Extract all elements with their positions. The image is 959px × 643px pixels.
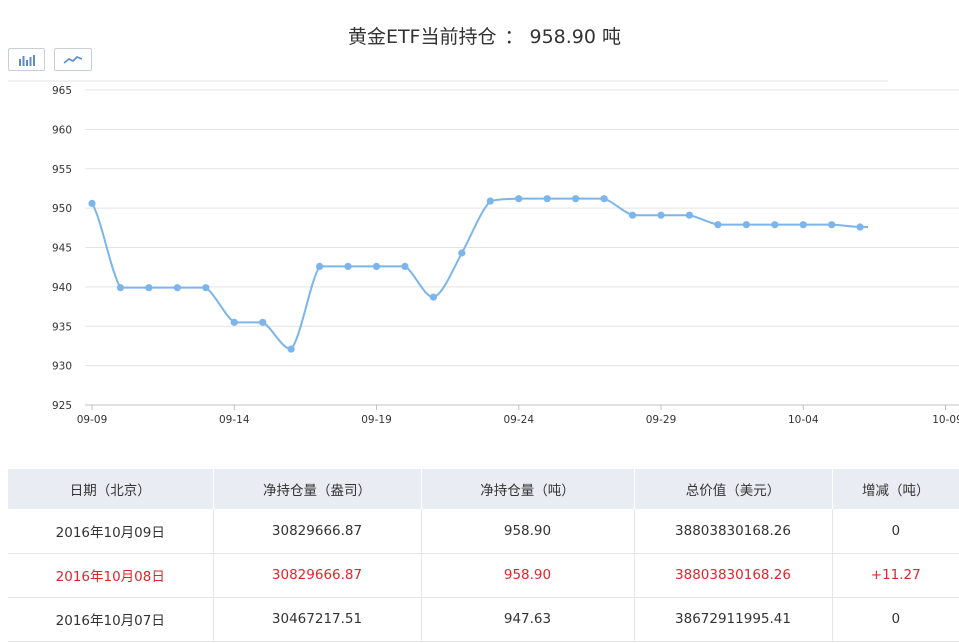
data-point[interactable]	[88, 199, 96, 207]
y-tick-label: 955	[52, 164, 72, 176]
bar-view-button[interactable]	[8, 48, 45, 71]
cell-change: 0	[832, 509, 959, 554]
y-tick-label: 940	[52, 282, 72, 294]
data-point[interactable]	[685, 211, 694, 219]
y-tick-label: 945	[52, 243, 72, 255]
data-point[interactable]	[372, 262, 381, 270]
title-separator: ：	[504, 26, 524, 48]
data-point[interactable]	[515, 195, 523, 203]
data-point[interactable]	[856, 223, 864, 231]
table-row: 2016年10月08日 30829666.87 958.90 388038301…	[8, 553, 959, 598]
y-tick-label: 935	[52, 321, 72, 333]
cell-date: 2016年10月09日	[8, 509, 214, 554]
current-holding-value: 958.90	[529, 26, 596, 48]
x-tick-label: 09-09	[77, 414, 108, 426]
y-tick-label: 925	[52, 400, 72, 412]
data-point[interactable]	[287, 345, 295, 353]
cell-tonnes: 958.90	[421, 553, 635, 598]
cell-tonnes: 947.63	[421, 597, 635, 642]
x-tick-label: 10-04	[788, 414, 819, 426]
cell-value: 38803830168.26	[634, 509, 833, 554]
data-point[interactable]	[344, 262, 352, 270]
data-point[interactable]	[230, 318, 238, 326]
data-point[interactable]	[828, 221, 836, 229]
y-tick-label: 930	[52, 361, 72, 373]
data-point[interactable]	[316, 262, 324, 270]
holdings-table: 日期（北京） 净持仓量（盎司） 净持仓量（吨） 总价值（美元） 增减（吨） 20…	[8, 469, 959, 642]
bar-chart-icon	[18, 54, 35, 66]
y-tick-label: 965	[52, 85, 72, 97]
data-point[interactable]	[458, 249, 466, 257]
chart-title: 黄金ETF当前持仓 ： 958.90 吨	[0, 22, 959, 49]
table-row: 2016年10月09日 30829666.87 958.90 388038301…	[8, 509, 959, 554]
cell-change: +11.27	[832, 553, 959, 598]
y-tick-label: 960	[52, 124, 72, 136]
data-point[interactable]	[543, 195, 551, 203]
data-point[interactable]	[486, 197, 494, 205]
x-tick-label: 10-09	[932, 414, 959, 426]
line-chart-icon	[63, 55, 83, 64]
x-tick-label: 09-14	[219, 414, 250, 426]
col-header-value: 总价值（美元）	[634, 469, 833, 509]
data-point[interactable]	[202, 284, 210, 292]
table-header-row: 日期（北京） 净持仓量（盎司） 净持仓量（吨） 总价值（美元） 增减（吨）	[8, 469, 959, 509]
x-tick-label: 09-19	[361, 414, 392, 426]
data-point[interactable]	[600, 195, 608, 203]
cell-ounces: 30467217.51	[213, 597, 422, 642]
cell-ounces: 30829666.87	[213, 509, 422, 554]
line-view-button[interactable]	[54, 48, 92, 71]
cell-date: 2016年10月07日	[8, 597, 214, 642]
data-point[interactable]	[628, 211, 637, 219]
data-point[interactable]	[145, 284, 153, 292]
title-label: 黄金ETF当前持仓	[347, 26, 497, 48]
table-row: 2016年10月07日 30467217.51 947.63 386729119…	[8, 597, 959, 642]
data-point[interactable]	[771, 221, 779, 229]
cell-tonnes: 958.90	[421, 509, 635, 554]
data-point[interactable]	[799, 221, 807, 229]
cell-change: 0	[832, 597, 959, 642]
data-point[interactable]	[259, 318, 267, 326]
unit-label: 吨	[602, 26, 622, 48]
data-point[interactable]	[714, 221, 722, 229]
col-header-tonnes: 净持仓量（吨）	[421, 469, 635, 509]
data-point[interactable]	[173, 284, 181, 292]
col-header-change: 增减（吨）	[832, 469, 959, 509]
data-point[interactable]	[742, 221, 750, 229]
cell-value: 38803830168.26	[634, 553, 833, 598]
y-tick-label: 950	[52, 203, 72, 215]
data-point[interactable]	[401, 262, 409, 270]
x-tick-label: 09-24	[503, 414, 534, 426]
x-tick-label: 09-29	[646, 414, 677, 426]
cell-value: 38672911995.41	[634, 597, 833, 642]
data-point[interactable]	[116, 284, 125, 292]
cell-ounces: 30829666.87	[213, 553, 422, 598]
data-point[interactable]	[657, 211, 665, 219]
cell-date: 2016年10月08日	[8, 553, 214, 598]
holdings-line-chart: 925 930 935 940 945 950 955 960 965 09-09 09-14 09…	[8, 80, 959, 426]
col-header-ounces: 净持仓量（盎司）	[213, 469, 422, 509]
data-point[interactable]	[429, 293, 437, 301]
data-point[interactable]	[572, 195, 580, 203]
col-header-date: 日期（北京）	[8, 469, 214, 509]
